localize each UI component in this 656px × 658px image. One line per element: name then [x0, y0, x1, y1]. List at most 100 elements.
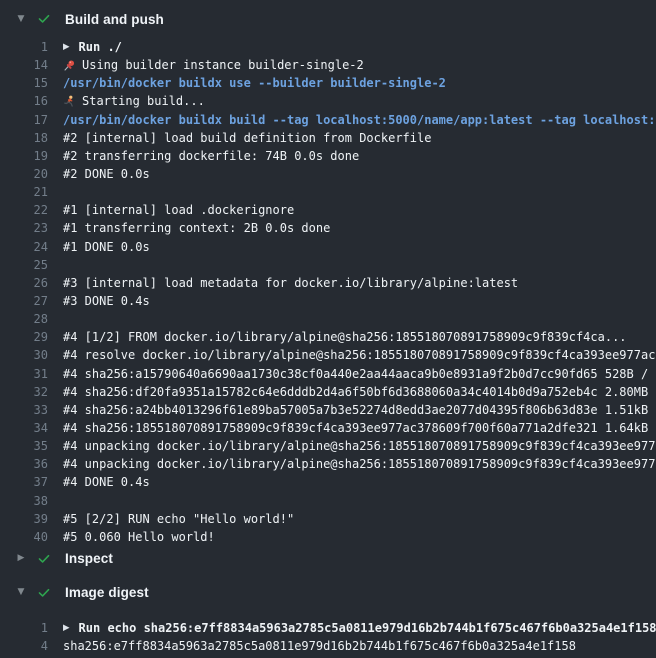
- log-line-text: #4 sha256:df20fa9351a15782c64e6dddb2d4a6…: [63, 385, 656, 399]
- log-line-content: #4 resolve docker.io/library/alpine@sha2…: [63, 348, 656, 362]
- log-line: 40 #5 0.060 Hello world!: [0, 528, 656, 546]
- log-line-text: #2 [internal] load build definition from…: [63, 131, 431, 145]
- log-line-content: #3 DONE 0.4s: [63, 294, 150, 308]
- line-number[interactable]: 31: [0, 367, 48, 381]
- log-line-content: #4 sha256:a15790640a6690aa1730c38cf0a440…: [63, 367, 656, 381]
- line-number[interactable]: 33: [0, 403, 48, 417]
- line-number[interactable]: 23: [0, 221, 48, 235]
- line-number[interactable]: 19: [0, 149, 48, 163]
- log-line-content: Using builder instance builder-single-2: [63, 58, 364, 72]
- log-line-content: #3 [internal] load metadata for docker.i…: [63, 276, 518, 290]
- line-number[interactable]: 25: [0, 258, 48, 272]
- line-number[interactable]: 26: [0, 276, 48, 290]
- line-number[interactable]: 40: [0, 530, 48, 544]
- log-line-text: sha256:e7ff8834a5963a2785c5a0811e979d16b…: [63, 639, 576, 653]
- log-line: 34#4 sha256:185518070891758909c9f839cf4c…: [0, 419, 656, 437]
- runner-icon: [63, 94, 77, 108]
- log-line-content: #4 sha256:df20fa9351a15782c64e6dddb2d4a6…: [63, 385, 656, 399]
- line-number[interactable]: 28: [0, 312, 48, 326]
- line-number[interactable]: 15: [0, 76, 48, 90]
- log-line-content: sha256:e7ff8834a5963a2785c5a0811e979d16b…: [63, 639, 576, 653]
- line-number[interactable]: 27: [0, 294, 48, 308]
- log-line: 1 ▶ Run echo sha256:e7ff8834a5963a2785c5a0…: [0, 619, 656, 637]
- log-line: 18 #2 [internal] load build definition fr…: [0, 129, 656, 147]
- line-number[interactable]: 18: [0, 131, 48, 145]
- log-line-text: #5 [2/2] RUN echo "Hello world!": [63, 512, 294, 526]
- log-line-text: #1 transferring context: 2B 0.0s done: [63, 221, 330, 235]
- line-number[interactable]: 37: [0, 475, 48, 489]
- log-line: 23 #1 transferring context: 2B 0.0s done: [0, 219, 656, 237]
- log-line-text: #4 DONE 0.4s: [63, 475, 150, 489]
- line-number[interactable]: 16: [0, 94, 48, 108]
- line-number[interactable]: 21: [0, 185, 48, 199]
- line-number[interactable]: 30: [0, 348, 48, 362]
- log-line: 1 ▶ Run ./: [0, 38, 656, 56]
- log-line-content: /usr/bin/docker buildx build --tag local…: [63, 113, 656, 127]
- line-number[interactable]: 1: [0, 40, 48, 54]
- log-line: 37 #4 DONE 0.4s: [0, 473, 656, 491]
- log-line: 39 #5 [2/2] RUN echo "Hello world!": [0, 510, 656, 528]
- disclosure-triangle-icon[interactable]: ▼: [15, 588, 27, 597]
- log-line-text: Run echo sha256:e7ff8834a5963a2785c5a081…: [79, 621, 656, 635]
- line-number[interactable]: 22: [0, 203, 48, 217]
- section-header-inspect[interactable]: ▶Inspect: [0, 546, 656, 572]
- log-line: 38: [0, 492, 656, 510]
- line-number[interactable]: 20: [0, 167, 48, 181]
- line-number[interactable]: 35: [0, 439, 48, 453]
- line-number[interactable]: 14: [0, 58, 48, 72]
- line-number[interactable]: 1: [0, 621, 48, 635]
- log-line-text: #5 0.060 Hello world!: [63, 530, 215, 544]
- log-line-text: #4 sha256:a24bb4013296f61e89ba57005a7b3e…: [63, 403, 656, 417]
- log-line: 21: [0, 183, 656, 201]
- group-expand-icon[interactable]: ▶: [63, 43, 70, 52]
- line-number[interactable]: 17: [0, 113, 48, 127]
- log-line-content: #1 [internal] load .dockerignore: [63, 203, 294, 217]
- log-line-content: #1 DONE 0.0s: [63, 240, 150, 254]
- log-line: 20 #2 DONE 0.0s: [0, 165, 656, 183]
- log-line: 15/usr/bin/docker buildx use --builder b…: [0, 74, 656, 92]
- line-number[interactable]: 29: [0, 330, 48, 344]
- pushpin-icon: [63, 58, 77, 72]
- log-line: 17/usr/bin/docker buildx build --tag loc…: [0, 111, 656, 129]
- line-number[interactable]: 39: [0, 512, 48, 526]
- log-line-text: #2 DONE 0.0s: [63, 167, 150, 181]
- line-number[interactable]: 36: [0, 457, 48, 471]
- log-line-text: Starting build...: [82, 94, 205, 108]
- log-line-content: #4 unpacking docker.io/library/alpine@sh…: [63, 439, 656, 453]
- log-lines: 1 ▶ Run ./ 14 Using builder instance builder…: [0, 38, 656, 546]
- log-section-build-and-push: ▼Build and push 1 ▶ Run ./ 14 Using builder i…: [0, 0, 656, 546]
- log-line-content: ▶ Run ./: [63, 40, 122, 54]
- log-line: 26 #3 [internal] load metadata for docker…: [0, 274, 656, 292]
- actions-log-viewer: ▼Build and push1▶Run ./14Using builder i…: [0, 0, 656, 658]
- log-line: 33 #4 sha256:a24bb4013296f61e89ba57005a7b…: [0, 401, 656, 419]
- disclosure-triangle-icon[interactable]: ▼: [15, 15, 27, 24]
- line-number[interactable]: 4: [0, 639, 48, 653]
- line-number[interactable]: 24: [0, 240, 48, 254]
- log-line-text: #4 resolve docker.io/library/alpine@sha2…: [63, 348, 656, 362]
- log-section-image-digest: ▼ Image digest 1 ▶ Run echo sha256:e7ff8834a…: [0, 580, 656, 655]
- log-line-content: #5 0.060 Hello world!: [63, 530, 215, 544]
- log-line-text: #3 DONE 0.4s: [63, 294, 150, 308]
- log-line-content: #2 DONE 0.0s: [63, 167, 150, 181]
- log-line-text: Run ./: [79, 40, 122, 54]
- section-title: Image digest: [65, 585, 149, 600]
- log-line: 35 #4 unpacking docker.io/library/alpine@…: [0, 437, 656, 455]
- line-number[interactable]: 38: [0, 494, 48, 508]
- log-line-content: /usr/bin/docker buildx use --builder bui…: [63, 76, 446, 90]
- log-line-content: #2 transferring dockerfile: 74B 0.0s don…: [63, 149, 359, 163]
- line-number[interactable]: 32: [0, 385, 48, 399]
- log-line: 30 #4 resolve docker.io/library/alpine@sh…: [0, 346, 656, 364]
- log-line: 22 #1 [internal] load .dockerignore: [0, 201, 656, 219]
- log-line-content: #4 [1/2] FROM docker.io/library/alpine@s…: [63, 330, 627, 344]
- group-expand-icon[interactable]: ▶: [63, 624, 70, 633]
- line-number[interactable]: 34: [0, 421, 48, 435]
- log-line: 29 #4 [1/2] FROM docker.io/library/alpine…: [0, 328, 656, 346]
- log-line-text: #4 sha256:a15790640a6690aa1730c38cf0a440…: [63, 367, 656, 381]
- log-line-text: #3 [internal] load metadata for docker.i…: [63, 276, 518, 290]
- disclosure-triangle-icon[interactable]: ▶: [15, 554, 27, 563]
- log-line: 24 #1 DONE 0.0s: [0, 238, 656, 256]
- log-line: 25: [0, 256, 656, 274]
- section-header-build-and-push[interactable]: ▼Build and push: [0, 0, 656, 38]
- log-line-text: /usr/bin/docker buildx use --builder bui…: [63, 76, 446, 90]
- section-header-image-digest[interactable]: ▼ Image digest: [0, 580, 656, 606]
